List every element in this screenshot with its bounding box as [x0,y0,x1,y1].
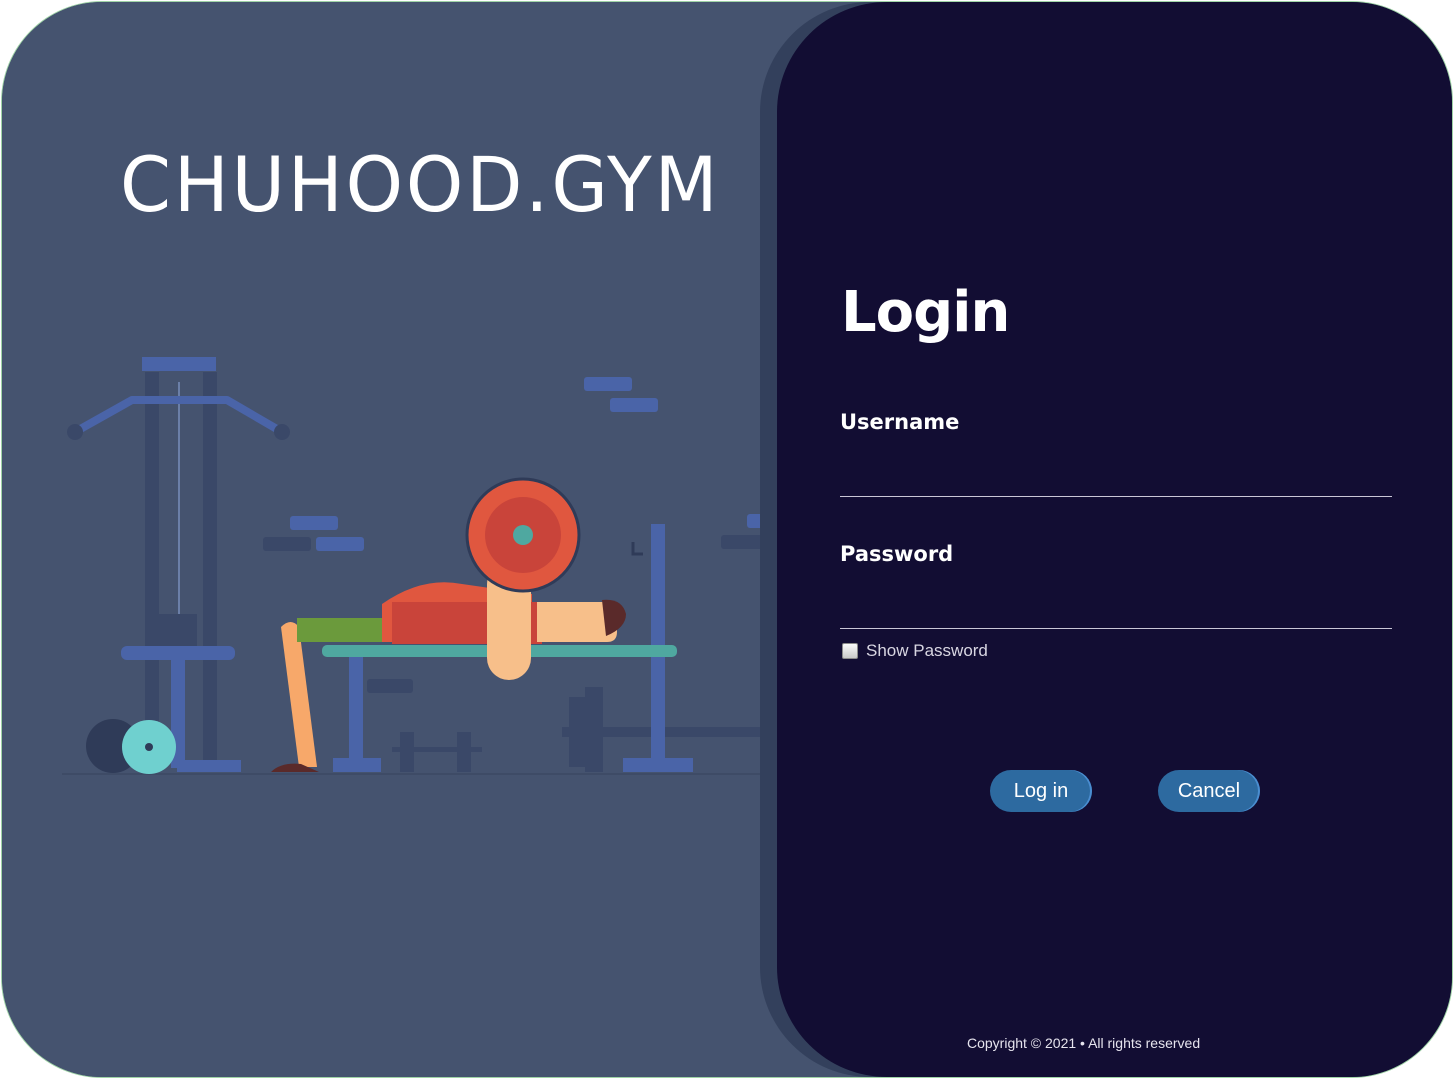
login-title: Login [841,280,1010,345]
copyright-footer: Copyright © 2021 • All rights reserved [967,1035,1201,1051]
login-panel: Login Username Password Show Password Lo… [777,2,1452,1077]
cancel-button[interactable]: Cancel [1158,770,1260,812]
username-input[interactable] [840,460,1392,497]
brand-panel: CHUHOOD.GYM [2,2,862,1077]
show-password-toggle[interactable]: Show Password [842,640,988,662]
password-input[interactable] [840,592,1392,629]
password-label: Password [840,542,954,566]
login-button[interactable]: Log in [990,770,1092,812]
username-label: Username [840,410,960,434]
show-password-checkbox[interactable] [842,643,858,659]
show-password-label: Show Password [866,641,988,660]
gym-illustration [62,357,797,775]
app-window: CHUHOOD.GYM Login Username Password Show… [2,2,1452,1077]
brand-logo: CHUHOOD.GYM [120,140,721,229]
